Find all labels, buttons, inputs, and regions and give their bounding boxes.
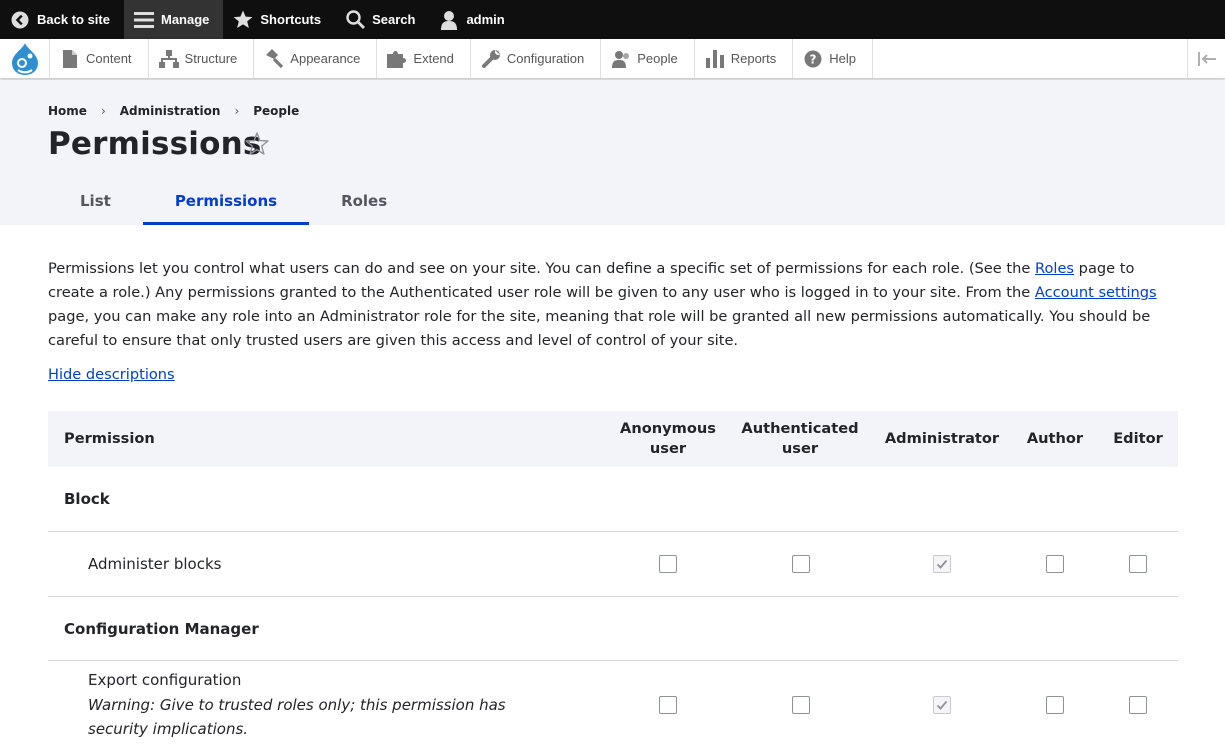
tab-roles[interactable]: Roles: [309, 181, 419, 225]
primary-tabs: List Permissions Roles: [48, 181, 419, 225]
manage-tab[interactable]: Manage: [123, 0, 224, 39]
permission-row: Export configuration Warning: Give to tr…: [48, 661, 1178, 748]
drupal-logo[interactable]: [0, 39, 50, 78]
collapse-arrow-icon: [1197, 51, 1216, 66]
column-header-permission: Permission: [64, 430, 155, 447]
user-icon: [439, 10, 459, 30]
permission-row: Administer blocks: [48, 532, 1178, 597]
add-shortcut-star-icon[interactable]: [244, 131, 270, 157]
drupal-drop-icon: [11, 42, 38, 75]
reports-icon: [705, 49, 725, 69]
tray-item-label: Extend: [413, 51, 454, 66]
help-icon: ?: [803, 49, 823, 69]
column-header-anonymous: Anonymous user: [608, 411, 728, 467]
column-header-text: Authenticated: [741, 420, 859, 437]
wrench-icon: [481, 49, 501, 69]
admin-menu-tray: Content Structure Appearance Extend Conf…: [0, 39, 1225, 79]
column-header-text: user: [649, 440, 687, 457]
column-header-administrator: Administrator: [884, 430, 1000, 447]
permission-group-name: Configuration Manager: [64, 619, 259, 638]
tray-item-configuration[interactable]: Configuration: [471, 39, 602, 78]
back-to-site-link[interactable]: Back to site: [0, 0, 124, 39]
account-settings-link[interactable]: Account settings: [1035, 284, 1157, 301]
permission-name: Export configuration: [88, 671, 242, 689]
structure-icon: [158, 49, 179, 69]
search-icon: [345, 10, 365, 30]
column-header-text: Anonymous: [620, 420, 716, 437]
intro-text: Permissions let you control what users c…: [48, 260, 1035, 277]
tray-item-help[interactable]: ? Help: [793, 39, 873, 78]
column-header-editor: Editor: [1113, 430, 1163, 447]
permission-group-row: Configuration Manager: [48, 597, 1178, 661]
tray-item-label: Configuration: [506, 51, 585, 66]
intro-text: page, you can make any role into an Admi…: [48, 308, 1151, 349]
breadcrumb-administration[interactable]: Administration: [120, 104, 221, 118]
checkbox-authenticated[interactable]: [792, 696, 810, 714]
extend-icon: [387, 49, 407, 69]
appearance-icon: [264, 48, 284, 69]
tray-item-people[interactable]: People: [601, 39, 695, 78]
column-header-author: Author: [1026, 430, 1084, 447]
page-title: Permissions: [48, 126, 262, 162]
svg-text:?: ?: [810, 52, 817, 66]
hamburger-icon: [133, 10, 154, 30]
content-icon: [60, 49, 80, 69]
permission-group-name: Block: [64, 490, 110, 508]
permission-group-row: Block: [48, 467, 1178, 532]
people-icon: [611, 49, 631, 69]
tray-orientation-toggle[interactable]: [1187, 39, 1225, 78]
checkbox-anonymous[interactable]: [659, 555, 677, 573]
checkmark-icon: [936, 559, 948, 569]
page-header: Home › Administration › People Permissio…: [0, 80, 1225, 225]
checkbox-authenticated[interactable]: [792, 555, 810, 573]
checkbox-editor[interactable]: [1129, 696, 1147, 714]
roles-link[interactable]: Roles: [1035, 260, 1074, 277]
back-to-site-label: Back to site: [37, 12, 110, 27]
breadcrumb-people[interactable]: People: [253, 104, 299, 118]
permission-name: Administer blocks: [88, 555, 222, 573]
tray-item-appearance[interactable]: Appearance: [254, 39, 378, 78]
tray-item-reports[interactable]: Reports: [695, 39, 794, 78]
shortcuts-label: Shortcuts: [260, 12, 322, 27]
tab-permissions[interactable]: Permissions: [142, 181, 310, 225]
checkbox-author[interactable]: [1046, 555, 1064, 573]
tray-item-label: Content: [86, 51, 132, 66]
tray-item-label: Help: [829, 51, 856, 66]
hide-descriptions-link[interactable]: Hide descriptions: [48, 363, 175, 387]
tray-item-structure[interactable]: Structure: [149, 39, 255, 78]
breadcrumb-home[interactable]: Home: [48, 104, 87, 118]
tray-item-label: Reports: [730, 51, 777, 66]
breadcrumb: Home › Administration › People: [48, 104, 299, 118]
search-tab[interactable]: Search: [335, 0, 429, 39]
permissions-description: Permissions let you control what users c…: [48, 257, 1183, 353]
checkbox-anonymous[interactable]: [659, 696, 677, 714]
tray-item-extend[interactable]: Extend: [377, 39, 471, 78]
checkbox-author[interactable]: [1046, 696, 1064, 714]
tab-list[interactable]: List: [48, 181, 143, 225]
search-label: Search: [372, 12, 416, 27]
manage-label: Manage: [160, 12, 210, 27]
column-header-text: user: [781, 440, 819, 457]
breadcrumb-separator: ›: [234, 104, 240, 118]
star-icon: [233, 10, 253, 30]
back-arrow-icon: [10, 10, 30, 30]
tray-item-content[interactable]: Content: [50, 39, 149, 78]
breadcrumb-separator: ›: [100, 104, 106, 118]
checkmark-icon: [936, 700, 948, 710]
user-label: admin: [466, 12, 505, 27]
permission-warning: Warning: Give to trusted roles only; thi…: [88, 696, 506, 738]
checkbox-administrator[interactable]: [933, 696, 951, 714]
shortcuts-tab[interactable]: Shortcuts: [223, 0, 335, 39]
checkbox-editor[interactable]: [1129, 555, 1147, 573]
tray-item-label: Structure: [184, 51, 238, 66]
column-header-authenticated: Authenticated user: [734, 411, 866, 467]
tray-item-label: Appearance: [290, 51, 361, 66]
tray-item-label: People: [637, 51, 678, 66]
user-tab[interactable]: admin: [429, 0, 518, 39]
checkbox-administrator[interactable]: [933, 555, 951, 573]
admin-toolbar: Back to site Manage Shortcuts Search adm…: [0, 0, 1225, 39]
table-header: Permission Anonymous user Authenticated …: [48, 411, 1178, 467]
permissions-table: Permission Anonymous user Authenticated …: [48, 411, 1178, 748]
